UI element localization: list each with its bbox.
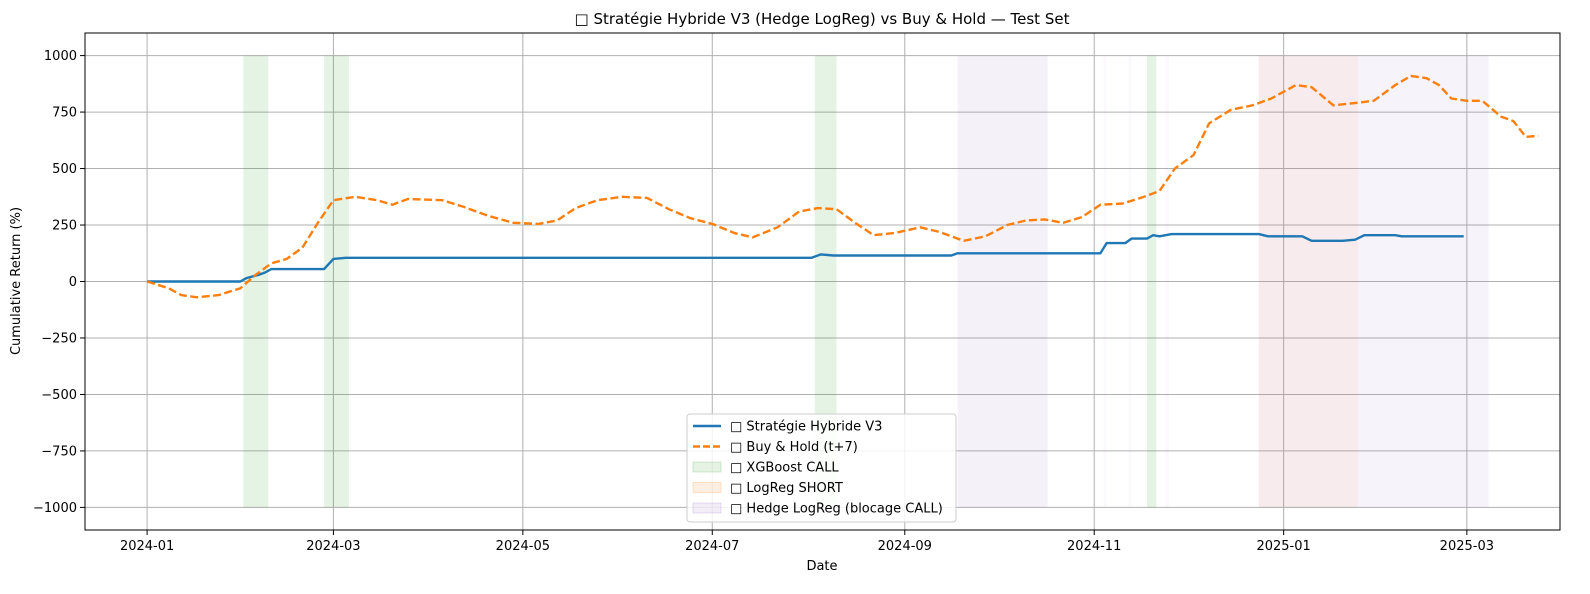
- x-axis-label: Date: [806, 559, 837, 574]
- y-tick-label: 500: [52, 162, 77, 177]
- shaded-region: [1147, 55, 1157, 508]
- shaded-region: [1103, 55, 1107, 508]
- y-tick-label: 750: [52, 106, 77, 121]
- legend-label: □ LogReg SHORT: [730, 481, 843, 496]
- x-tick-label: 2024-05: [496, 539, 550, 554]
- shaded-region: [324, 55, 349, 508]
- legend-swatch: [692, 502, 722, 514]
- y-tick-label: −250: [41, 331, 77, 346]
- shaded-region: [1258, 55, 1489, 508]
- x-tick-label: 2024-09: [878, 539, 932, 554]
- y-tick-label: −1000: [33, 501, 77, 516]
- chart-title: □ Stratégie Hybride V3 (Hedge LogReg) vs…: [575, 10, 1070, 28]
- x-tick-label: 2025-03: [1440, 539, 1494, 554]
- y-tick-label: 0: [69, 275, 77, 290]
- legend-swatch: [692, 461, 722, 473]
- x-tick-label: 2024-07: [685, 539, 739, 554]
- x-tick-label: 2025-01: [1256, 539, 1310, 554]
- chart-svg: □ Stratégie Hybride V3 (Hedge LogReg) vs…: [9, 10, 1561, 574]
- y-tick-label: −750: [41, 444, 77, 459]
- legend: □ Stratégie Hybride V3 □ Buy & Hold (t+7)…: [686, 413, 957, 523]
- shaded-region: [1165, 55, 1169, 508]
- legend-label: □ XGBoost CALL: [730, 461, 839, 476]
- legend-swatch: [692, 482, 722, 493]
- chart-container: □ Stratégie Hybride V3 (Hedge LogReg) vs…: [0, 0, 1590, 590]
- x-tick-label: 2024-11: [1067, 539, 1121, 554]
- y-tick-label: 250: [52, 219, 77, 234]
- y-tick-label: −500: [41, 388, 77, 403]
- legend-label: □ Buy & Hold (t+7): [730, 440, 858, 455]
- x-tick-label: 2024-03: [306, 539, 360, 554]
- legend-label: □ Hedge LogReg (blocage CALL): [730, 502, 943, 517]
- y-tick-label: 1000: [44, 49, 77, 64]
- shaded-region: [1128, 55, 1132, 508]
- legend-label: □ Stratégie Hybride V3: [730, 420, 882, 435]
- x-tick-label: 2024-01: [120, 539, 174, 554]
- shaded-region: [957, 55, 1048, 508]
- y-axis-label: Cumulative Return (%): [9, 207, 24, 355]
